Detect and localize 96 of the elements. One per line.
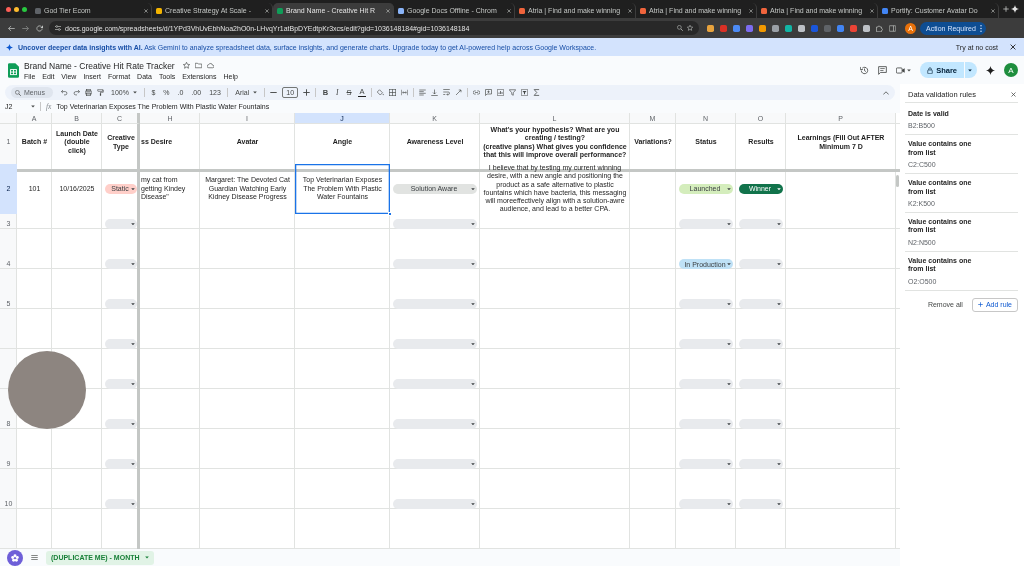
caret-icon (727, 382, 731, 386)
caret-icon (131, 462, 135, 466)
caret-icon (471, 302, 475, 306)
close-icon[interactable] (1011, 92, 1016, 97)
minimize-window-icon[interactable] (14, 6, 19, 12)
forward-icon[interactable] (21, 24, 29, 32)
caret-icon (131, 222, 135, 226)
history-icon[interactable] (860, 65, 870, 75)
side-panel-icon[interactable] (889, 24, 896, 32)
scroll-thumb[interactable] (896, 175, 899, 187)
chart-icon[interactable] (497, 89, 505, 96)
lock-icon (927, 66, 934, 74)
back-icon[interactable] (7, 24, 15, 32)
star-icon[interactable] (182, 62, 190, 69)
caret-icon (471, 187, 475, 190)
caret-icon (777, 222, 781, 226)
caret-icon (777, 302, 781, 306)
borders-icon[interactable] (389, 89, 397, 96)
caret-icon (131, 382, 135, 386)
caret-icon (777, 382, 781, 386)
flower-icon (11, 553, 19, 562)
caret-icon[interactable] (31, 105, 35, 108)
minus-icon[interactable] (270, 89, 278, 96)
caret-icon (727, 262, 731, 266)
reload-icon[interactable] (35, 24, 43, 32)
caret-icon[interactable] (907, 68, 912, 72)
undo-icon[interactable] (61, 89, 68, 96)
account-avatar[interactable]: A (1004, 63, 1018, 77)
filter-views-icon[interactable] (521, 89, 529, 96)
caret-icon (727, 462, 731, 466)
print-icon[interactable] (85, 89, 92, 96)
diagonal-arrow-icon[interactable] (455, 89, 463, 96)
fill-handle-icon[interactable] (388, 211, 392, 216)
search-icon (15, 89, 21, 96)
caret-icon (777, 187, 781, 190)
caret-icon[interactable] (968, 68, 972, 72)
document-title[interactable]: Brand Name - Creative Hit Rate Tracker (24, 60, 175, 71)
paint-roller-icon[interactable] (97, 89, 104, 96)
plus-icon[interactable] (303, 89, 311, 96)
align-left-icon[interactable] (419, 89, 427, 96)
bookmark-star-icon[interactable] (687, 25, 693, 31)
kebab-menu-icon[interactable] (979, 24, 982, 32)
caret-icon (727, 422, 731, 426)
caret-icon (727, 302, 731, 306)
add-comment-icon[interactable] (485, 89, 493, 96)
caret-icon (471, 462, 475, 466)
close-window-icon[interactable] (6, 6, 11, 12)
caret-icon (727, 342, 731, 346)
filter-icon[interactable] (509, 89, 517, 96)
puzzle-icon[interactable] (876, 24, 883, 32)
caret-icon (777, 342, 781, 346)
caret-icon (727, 187, 731, 190)
assistant-button[interactable] (7, 549, 23, 566)
fill-bucket-icon[interactable] (377, 89, 385, 96)
all-sheets-icon[interactable] (31, 555, 38, 560)
caret-icon (131, 187, 135, 190)
sparkle-icon[interactable] (986, 65, 995, 75)
sheets-logo-icon[interactable] (8, 62, 19, 78)
caret-icon (132, 91, 137, 94)
cloud-icon[interactable] (206, 62, 214, 69)
caret-icon (131, 342, 135, 346)
folder-icon[interactable] (194, 62, 202, 69)
caret-icon (471, 342, 475, 346)
caret-icon (253, 91, 258, 94)
caret-icon (471, 382, 475, 386)
merge-cells-icon[interactable] (401, 89, 409, 96)
align-bottom-icon[interactable] (431, 89, 439, 96)
caret-icon (131, 262, 135, 266)
sparkle-icon[interactable] (1011, 5, 1019, 13)
caret-icon (471, 262, 475, 266)
caret-icon (471, 422, 475, 426)
sigma-icon[interactable] (533, 89, 541, 96)
redo-icon[interactable] (73, 89, 80, 96)
caret-icon (727, 502, 731, 506)
caret-icon (777, 462, 781, 466)
caret-icon (777, 262, 781, 266)
sparkle-icon (6, 43, 13, 51)
caret-icon (131, 302, 135, 306)
new-tab-icon[interactable] (1003, 6, 1009, 12)
video-camera-icon[interactable] (896, 65, 906, 75)
site-settings-icon[interactable] (55, 25, 61, 31)
plus-icon (977, 302, 983, 307)
zoom-icon[interactable] (677, 25, 683, 31)
close-icon[interactable] (1010, 44, 1016, 50)
caret-icon (131, 422, 135, 426)
caret-icon (727, 222, 731, 226)
caret-icon (471, 222, 475, 226)
caret-icon (777, 422, 781, 426)
caret-icon (777, 502, 781, 506)
collapse-caret-icon[interactable] (883, 90, 889, 95)
caret-icon (131, 502, 135, 506)
caret-icon (471, 502, 475, 506)
link-icon[interactable] (473, 89, 481, 96)
text-wrap-icon[interactable] (443, 89, 451, 96)
comment-icon[interactable] (878, 65, 888, 75)
maximize-window-icon[interactable] (22, 6, 27, 12)
